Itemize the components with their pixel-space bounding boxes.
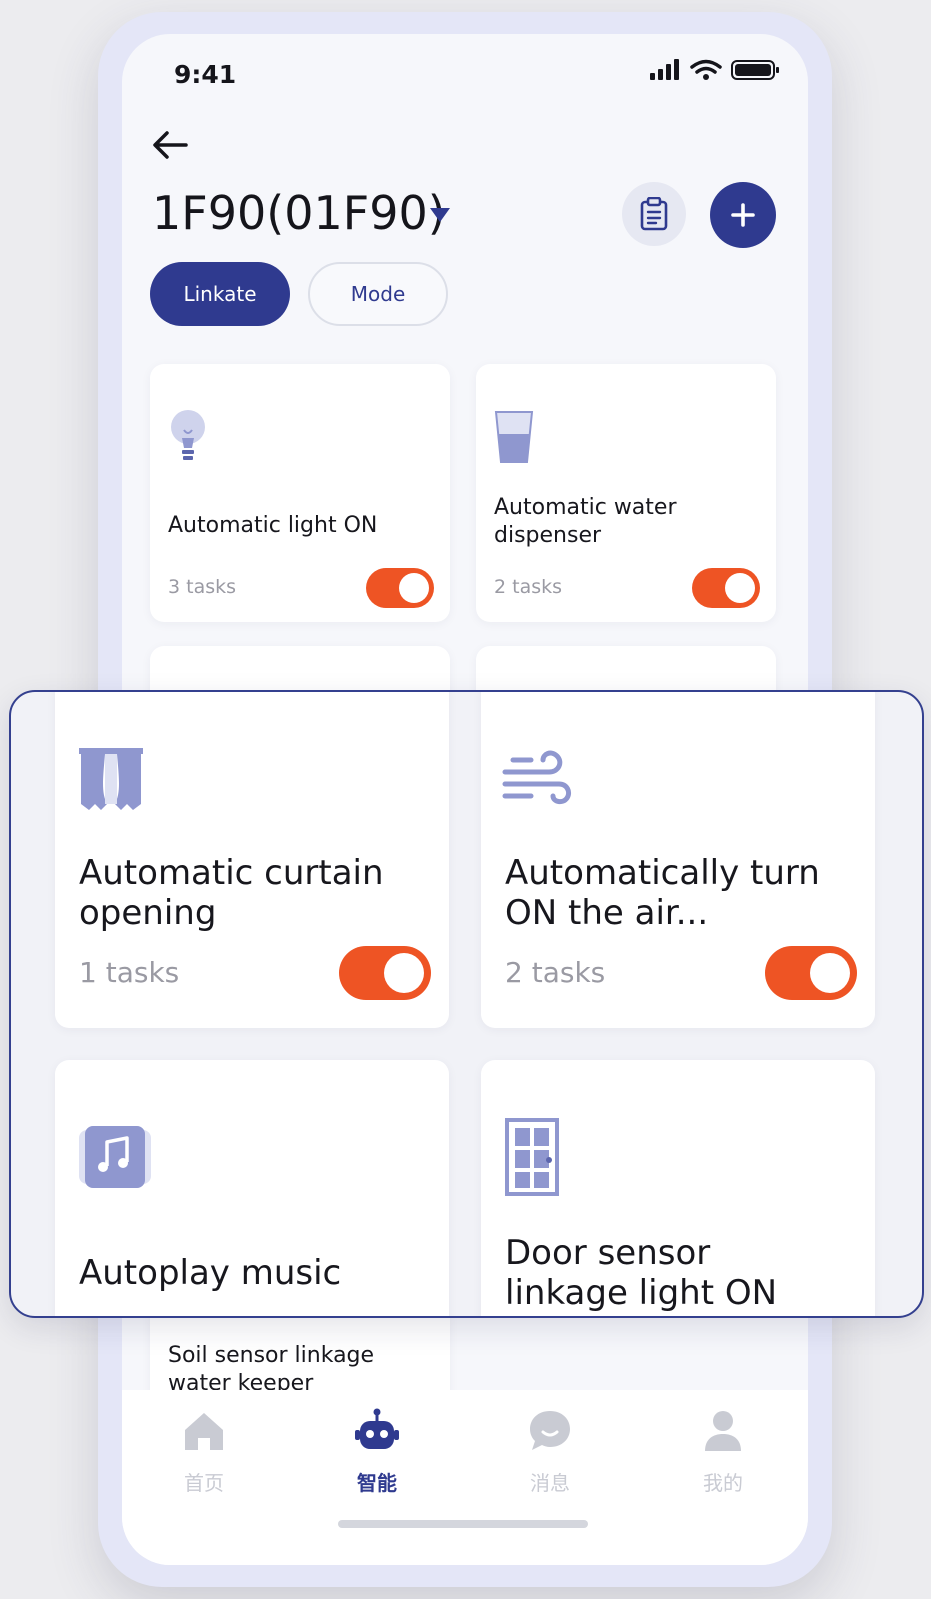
status-icons xyxy=(650,59,779,80)
scene-name-line1: Door sensor xyxy=(505,1233,711,1273)
scene-toggle[interactable] xyxy=(692,568,760,608)
nav-label: 首页 xyxy=(184,1471,224,1495)
caret-down-icon[interactable] xyxy=(430,208,450,224)
scene-task-count: 2 tasks xyxy=(494,576,563,598)
scene-name-line1: Automatically turn xyxy=(505,853,820,893)
scene-log-button[interactable] xyxy=(622,182,686,246)
nav-item-smart[interactable]: 智能 xyxy=(327,1408,427,1496)
scene-card[interactable]: Automatic light ON 3 tasks xyxy=(150,364,450,622)
nav-item-profile[interactable]: 我的 xyxy=(673,1408,773,1496)
bottom-nav: 首页 智能 消息 我的 xyxy=(122,1390,808,1565)
nav-label: 智能 xyxy=(357,1471,397,1495)
plus-icon xyxy=(731,203,755,227)
robot-icon xyxy=(355,1408,399,1449)
message-icon xyxy=(530,1411,570,1450)
nav-item-home[interactable]: 首页 xyxy=(154,1408,254,1496)
zoom-panel: Automatic curtain opening 1 tasks Automa… xyxy=(9,690,924,1318)
scene-name-line1: Automatic curtain xyxy=(79,853,384,893)
tab-linkate[interactable]: Linkate xyxy=(150,262,290,326)
scene-name-line2: ON the air... xyxy=(505,893,709,933)
scene-toggle[interactable] xyxy=(339,946,431,1000)
profile-icon xyxy=(705,1411,741,1451)
home-indicator xyxy=(338,1520,588,1528)
add-scene-button[interactable] xyxy=(710,182,776,248)
scene-name-line2: linkage light ON xyxy=(505,1273,778,1313)
home-icon xyxy=(185,1413,223,1450)
nav-label: 我的 xyxy=(703,1471,743,1495)
curtain-icon xyxy=(79,748,143,810)
signal-icon xyxy=(650,59,679,80)
scene-task-count: 2 tasks xyxy=(505,956,606,989)
tab-mode[interactable]: Mode xyxy=(308,262,448,326)
wind-icon xyxy=(502,750,572,805)
nav-label: 消息 xyxy=(530,1471,570,1495)
battery-icon xyxy=(731,60,779,80)
scene-name-line1: Autoplay music xyxy=(79,1253,342,1293)
clipboard-icon xyxy=(640,197,668,231)
scene-name-line2: opening xyxy=(79,893,217,933)
wifi-icon xyxy=(690,59,722,74)
status-time: 9:41 xyxy=(174,60,237,89)
scene-task-count: 1 tasks xyxy=(79,956,180,989)
scene-card[interactable]: Automatically turn ON the air... 2 tasks xyxy=(481,692,875,1028)
scene-name: Soil sensor linkage water keeper xyxy=(168,1343,375,1396)
page-title[interactable]: 1F90(01F90) xyxy=(152,186,446,240)
scene-card[interactable]: Automatic curtain opening 1 tasks xyxy=(55,692,449,1028)
music-icon xyxy=(79,1126,151,1188)
scene-card[interactable]: Door sensor linkage light ON xyxy=(481,1060,875,1316)
scene-card[interactable]: Autoplay music xyxy=(55,1060,449,1316)
back-arrow-icon[interactable] xyxy=(150,128,190,162)
scene-name: Automatic water dispenser xyxy=(494,495,677,548)
scene-toggle[interactable] xyxy=(366,568,434,608)
lightbulb-icon xyxy=(171,410,205,460)
scene-task-count: 3 tasks xyxy=(168,576,237,598)
scene-toggle[interactable] xyxy=(765,946,857,1000)
door-icon xyxy=(505,1118,559,1196)
nav-item-messages[interactable]: 消息 xyxy=(500,1408,600,1496)
water-glass-icon xyxy=(494,411,534,463)
scene-card[interactable]: Automatic water dispenser 2 tasks xyxy=(476,364,776,622)
scene-name: Automatic light ON xyxy=(168,513,378,538)
